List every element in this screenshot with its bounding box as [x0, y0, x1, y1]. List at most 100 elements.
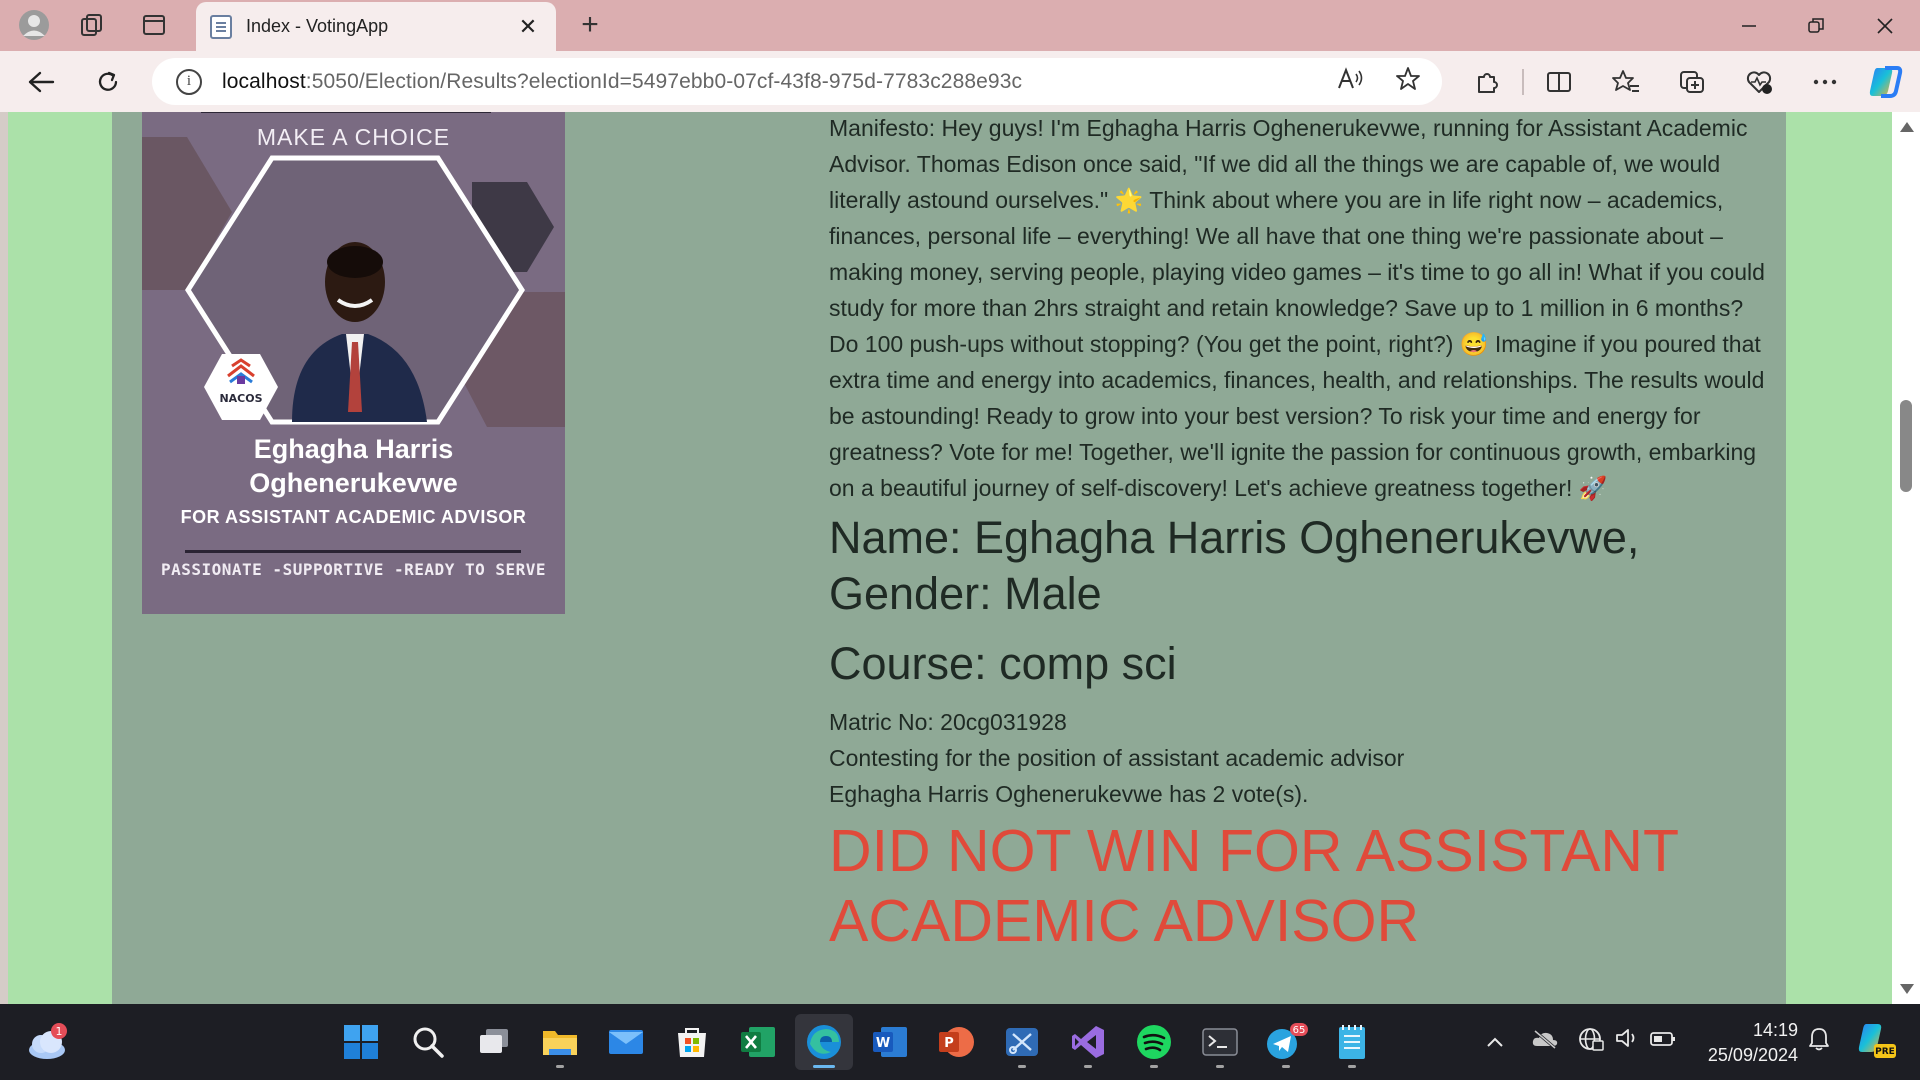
close-window-button[interactable] [1852, 0, 1918, 51]
running-indicator [1216, 1065, 1224, 1068]
page-left-edge [0, 112, 8, 1004]
search-button[interactable] [399, 1014, 457, 1070]
browser-essentials-button[interactable] [1738, 61, 1780, 103]
word-icon: W [873, 1027, 907, 1057]
task-view-button[interactable] [465, 1014, 523, 1070]
battery-tray-icon[interactable] [1646, 1026, 1680, 1058]
copilot-taskbar-button[interactable]: PRE [1854, 1020, 1898, 1064]
weather-widget[interactable]: 1 [18, 1014, 76, 1070]
nacos-logo: NACOS [204, 354, 278, 420]
address-url[interactable]: localhost:5050/Election/Results?election… [222, 70, 1022, 94]
tab-actions-button[interactable] [130, 5, 178, 45]
network-tray-icon[interactable] [1574, 1026, 1608, 1058]
poster-candidate-name: Eghagha Harris Oghenerukevwe [142, 432, 565, 500]
visual-studio-button[interactable] [1059, 1014, 1117, 1070]
running-indicator [1348, 1065, 1356, 1068]
file-explorer-button[interactable] [531, 1014, 589, 1070]
split-screen-button[interactable] [1538, 61, 1580, 103]
taskbar: 1 W P 65 14:19 25/09/2024 PRE [0, 1004, 1920, 1080]
manifesto-text: Manifesto: Hey guys! I'm Eghagha Harris … [829, 115, 1765, 501]
show-hidden-icons-button[interactable] [1478, 1026, 1512, 1058]
tab-active[interactable]: Index - VotingApp ✕ [196, 2, 556, 51]
onedrive-tray-icon[interactable] [1528, 1026, 1562, 1058]
poster-tagline: PASSIONATE -SUPPORTIVE -READY TO SERVE [160, 560, 547, 579]
excel-icon [741, 1027, 775, 1057]
bell-icon [1809, 1028, 1829, 1051]
page-favicon-icon [210, 14, 232, 39]
task-view-icon [480, 1029, 508, 1053]
edge-button[interactable] [795, 1014, 853, 1070]
heart-pulse-icon [1746, 71, 1772, 94]
close-icon [1877, 17, 1893, 34]
collections-button[interactable] [1671, 61, 1713, 103]
minimize-button[interactable] [1716, 0, 1782, 51]
restore-button[interactable] [1783, 0, 1849, 51]
favorite-button[interactable] [1390, 66, 1426, 98]
back-button[interactable] [20, 61, 62, 103]
start-button[interactable] [332, 1014, 390, 1070]
address-bar[interactable]: i localhost:5050/Election/Results?electi… [152, 58, 1442, 105]
poster-name-line-2: Oghenerukevwe [249, 468, 458, 498]
clock-time: 14:19 [1752, 1020, 1798, 1040]
read-aloud-button[interactable] [1332, 66, 1368, 98]
profile-icon [19, 10, 49, 40]
extensions-button[interactable] [1466, 61, 1508, 103]
scroll-up-arrow-icon[interactable] [1900, 122, 1914, 132]
election-result: DID NOT WIN FOR ASSISTANT ACADEMIC ADVIS… [829, 818, 1679, 954]
screen: Index - VotingApp ✕ + i localhost:5050/E… [0, 0, 1920, 1080]
notepad-button[interactable] [1323, 1014, 1381, 1070]
workspaces-icon [81, 14, 102, 36]
refresh-button[interactable] [87, 61, 129, 103]
candidate-votes: Eghagha Harris Oghenerukevwe has 2 vote(… [829, 781, 1309, 807]
running-indicator [1282, 1065, 1290, 1068]
candidate-matric: Matric No: 20cg031928 [829, 709, 1067, 735]
collections-icon [1680, 71, 1704, 93]
profile-button[interactable] [10, 5, 58, 45]
candidate-course: Course: comp sci [829, 638, 1177, 689]
poster-role: FOR ASSISTANT ACADEMIC ADVISOR [180, 507, 527, 527]
copilot-button[interactable] [1864, 61, 1906, 103]
workspaces-button[interactable] [68, 5, 116, 45]
snipping-tool-button[interactable] [993, 1014, 1051, 1070]
svg-text:W: W [876, 1036, 890, 1051]
site-info-icon[interactable]: i [176, 68, 202, 95]
terminal-button[interactable] [1191, 1014, 1249, 1070]
vertical-scrollbar[interactable] [1892, 112, 1920, 1004]
notifications-button[interactable] [1802, 1026, 1836, 1058]
volume-tray-icon[interactable] [1610, 1026, 1644, 1058]
results-container: MAKE A CHOICE NACOS Eghagha Harris Oghen… [112, 112, 1786, 1004]
powerpoint-button[interactable]: P [927, 1014, 985, 1070]
speaker-icon [1616, 1029, 1635, 1047]
toolbar-divider [1522, 69, 1524, 95]
page-viewport: MAKE A CHOICE NACOS Eghagha Harris Oghen… [0, 112, 1920, 1004]
running-indicator [1150, 1065, 1158, 1068]
notepad-icon [1339, 1025, 1365, 1059]
mail-button[interactable] [597, 1014, 655, 1070]
mail-icon [609, 1030, 643, 1054]
new-tab-button[interactable]: + [570, 8, 610, 44]
puzzle-icon [1478, 73, 1498, 93]
settings-more-button[interactable] [1804, 61, 1846, 103]
scroll-down-arrow-icon[interactable] [1900, 984, 1914, 994]
excel-button[interactable] [729, 1014, 787, 1070]
copilot-pre-icon: PRE [1858, 1024, 1896, 1058]
arrow-left-icon [28, 71, 55, 93]
weather-cloud-icon: 1 [29, 1023, 67, 1059]
svg-text:P: P [944, 1036, 954, 1051]
scrollbar-thumb[interactable] [1900, 400, 1912, 492]
cloud-offline-icon [1532, 1029, 1558, 1050]
candidate-details: Manifesto: Hey guys! I'm Eghagha Harris … [829, 112, 1774, 956]
tab-close-icon[interactable]: ✕ [514, 14, 542, 40]
nacos-logo-text: NACOS [219, 392, 262, 405]
word-button[interactable]: W [861, 1014, 919, 1070]
microsoft-store-button[interactable] [663, 1014, 721, 1070]
spotify-button[interactable] [1125, 1014, 1183, 1070]
taskbar-clock[interactable]: 14:19 25/09/2024 [1694, 1018, 1798, 1068]
telegram-icon: 65 [1267, 1023, 1308, 1059]
candidate-position: Contesting for the position of assistant… [829, 745, 1405, 771]
copilot-icon [1869, 66, 1903, 98]
folder-icon [543, 1031, 577, 1055]
restore-icon [1808, 17, 1824, 33]
favorites-button[interactable] [1605, 61, 1647, 103]
telegram-button[interactable]: 65 [1257, 1014, 1315, 1070]
